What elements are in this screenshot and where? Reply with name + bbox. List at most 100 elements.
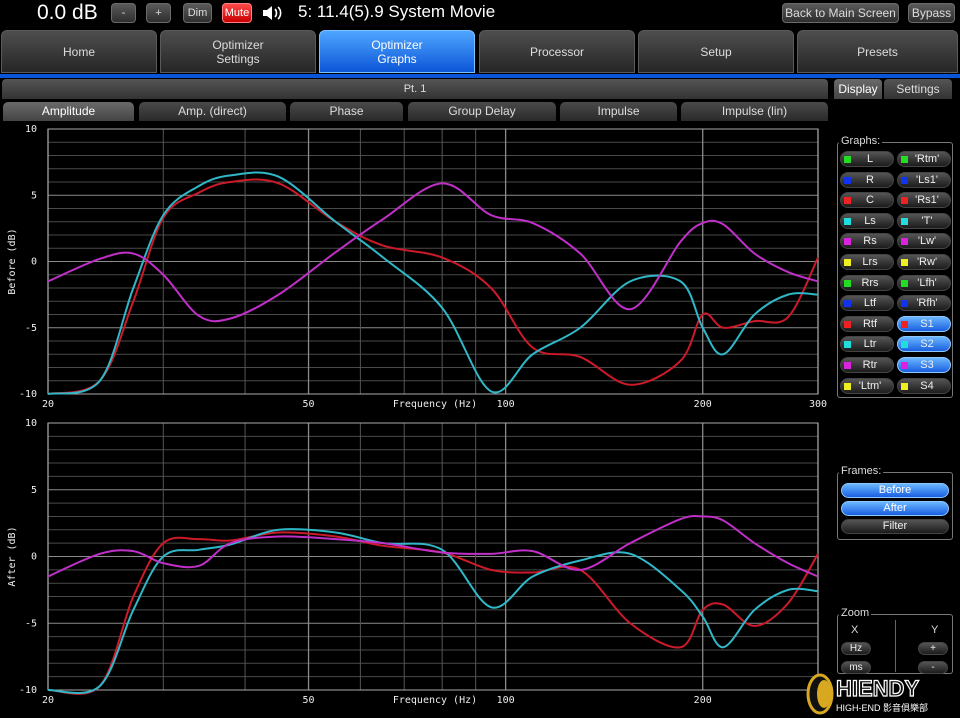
watermark-sub-text: HIGH-END 影音俱樂部 bbox=[836, 702, 928, 713]
y-tick-label: 10 bbox=[25, 124, 37, 135]
channel-chip[interactable]: C bbox=[840, 192, 894, 209]
tab-impulse[interactable]: Impulse bbox=[560, 102, 677, 121]
channel-label: Ltr bbox=[863, 338, 877, 351]
tab-optimizer-settings[interactable]: Optimizer Settings bbox=[160, 30, 316, 73]
channel-label: S1 bbox=[920, 317, 934, 330]
channel-chip[interactable]: Ltr bbox=[840, 336, 894, 353]
channel-label: Rrs bbox=[861, 276, 879, 289]
y-tick-label: 5 bbox=[31, 485, 37, 496]
y-tick-label: -5 bbox=[25, 618, 37, 629]
dim-button[interactable]: Dim bbox=[183, 3, 212, 23]
x-axis-label: Frequency (Hz) bbox=[393, 399, 477, 410]
tab-group-delay[interactable]: Group Delay bbox=[408, 102, 556, 121]
channel-chip[interactable]: Ltf bbox=[840, 295, 894, 312]
tab-phase[interactable]: Phase bbox=[290, 102, 403, 121]
y-tick-label: -5 bbox=[25, 323, 37, 334]
channel-label: 'T' bbox=[921, 214, 933, 227]
channel-label: Rtf bbox=[862, 317, 878, 330]
channel-chip[interactable]: Rtf bbox=[840, 315, 894, 332]
channel-chip[interactable]: 'Ls1' bbox=[897, 171, 951, 188]
channel-label: 'Lfh' bbox=[917, 276, 937, 289]
zoom-group-title: Zoom bbox=[839, 607, 872, 619]
channel-chip[interactable]: 'Lw' bbox=[897, 233, 951, 250]
tab-home[interactable]: Home bbox=[1, 30, 157, 73]
channel-chip[interactable]: 'Lfh' bbox=[897, 274, 951, 291]
channel-chip[interactable]: 'Rfh' bbox=[897, 295, 951, 312]
top-bar: 0.0 dB - + Dim Mute 5: 11.4(5).9 System … bbox=[0, 0, 960, 28]
channel-label: Rs bbox=[863, 235, 877, 248]
speaker-volume-icon[interactable] bbox=[261, 4, 285, 22]
tab-processor[interactable]: Processor bbox=[479, 30, 635, 73]
channel-chip[interactable]: Ls bbox=[840, 212, 894, 229]
zoom-y-plus-button[interactable]: + bbox=[918, 642, 948, 655]
measurement-point-bar[interactable]: Pt. 1 bbox=[2, 79, 828, 99]
channel-chip[interactable]: S4 bbox=[897, 377, 951, 394]
zoom-divider bbox=[895, 620, 896, 672]
main-nav: Home Optimizer Settings Optimizer Graphs P… bbox=[0, 30, 960, 74]
channel-label: 'Rs1' bbox=[915, 194, 939, 207]
channel-label: 'Rw' bbox=[916, 256, 938, 268]
y-tick-label: -10 bbox=[19, 389, 37, 400]
channel-chip[interactable]: 'T' bbox=[897, 212, 951, 229]
tab-impulse-lin[interactable]: Impulse (lin) bbox=[681, 102, 828, 121]
channel-label: C bbox=[866, 194, 874, 207]
x-tick-label: 200 bbox=[694, 695, 712, 706]
channel-label: Ls bbox=[864, 214, 876, 227]
back-to-main-screen-button[interactable]: Back to Main Screen bbox=[782, 3, 899, 23]
frame-before-button[interactable]: Before bbox=[841, 483, 949, 498]
x-axis-label: Frequency (Hz) bbox=[393, 695, 477, 706]
tab-settings-panel[interactable]: Settings bbox=[884, 79, 952, 99]
channel-chip[interactable]: Rs bbox=[840, 233, 894, 250]
channel-label: Lrs bbox=[862, 256, 878, 268]
channel-chip[interactable]: 'Rtm' bbox=[897, 151, 951, 167]
tab-amplitude[interactable]: Amplitude bbox=[3, 102, 134, 121]
channel-chip[interactable]: S3 bbox=[897, 357, 951, 373]
x-tick-label: 100 bbox=[497, 399, 515, 410]
volume-up-button[interactable]: + bbox=[146, 3, 171, 23]
channel-label: Rtr bbox=[862, 359, 878, 371]
channel-chip[interactable]: R bbox=[840, 171, 894, 188]
x-tick-label: 20 bbox=[42, 399, 54, 410]
channel-chip[interactable]: S1 bbox=[897, 315, 951, 332]
x-tick-label: 50 bbox=[303, 399, 315, 410]
channel-label: R bbox=[866, 173, 874, 186]
x-tick-label: 100 bbox=[497, 695, 515, 706]
tab-setup[interactable]: Setup bbox=[638, 30, 794, 73]
channel-chip[interactable]: Rtr bbox=[840, 357, 894, 373]
channel-label: S2 bbox=[920, 338, 934, 351]
frequency-response-charts[interactable]: 1050-5-1020 50 100 200 300Frequency (Hz)Befo… bbox=[0, 121, 830, 718]
hiendy-watermark-logo: HIENDY HIGH-END 影音俱樂部 bbox=[806, 673, 928, 715]
channel-chip[interactable]: Lrs bbox=[840, 254, 894, 270]
bypass-button[interactable]: Bypass bbox=[908, 3, 955, 23]
tab-presets[interactable]: Presets bbox=[797, 30, 958, 73]
y-axis-label: Before (dB) bbox=[7, 228, 18, 294]
volume-down-button[interactable]: - bbox=[111, 3, 136, 23]
channel-label: 'Lw' bbox=[917, 235, 937, 248]
y-axis-label: After (dB) bbox=[7, 526, 18, 586]
tab-optimizer-graphs[interactable]: Optimizer Graphs bbox=[319, 30, 475, 73]
graphs-group-title: Graphs: bbox=[839, 135, 883, 147]
channel-chip[interactable]: L bbox=[840, 151, 894, 167]
channel-chip[interactable]: Rrs bbox=[840, 274, 894, 291]
zoom-y-label: Y bbox=[931, 624, 939, 636]
tab-amp-direct[interactable]: Amp. (direct) bbox=[139, 102, 286, 121]
y-tick-label: 10 bbox=[25, 418, 37, 429]
channel-chip[interactable]: 'Rs1' bbox=[897, 192, 951, 209]
channel-label: 'Ltm' bbox=[858, 379, 882, 392]
nav-underline bbox=[0, 74, 960, 78]
channel-chip[interactable]: S2 bbox=[897, 336, 951, 353]
volume-readout: 0.0 dB bbox=[37, 1, 98, 24]
channel-label: 'Ls1' bbox=[916, 173, 938, 186]
channel-chip[interactable]: 'Ltm' bbox=[840, 377, 894, 394]
mute-button[interactable]: Mute bbox=[222, 3, 252, 23]
frame-filter-button[interactable]: Filter bbox=[841, 519, 949, 534]
x-tick-label: 300 bbox=[809, 399, 827, 410]
zoom-x-hz-button[interactable]: Hz bbox=[841, 642, 871, 655]
channel-label: S4 bbox=[920, 379, 934, 392]
watermark-main-text: HIENDY bbox=[836, 676, 919, 701]
channel-label: L bbox=[866, 153, 874, 165]
channel-chip[interactable]: 'Rw' bbox=[897, 254, 951, 270]
x-tick-label: 200 bbox=[694, 399, 712, 410]
tab-display[interactable]: Display bbox=[834, 79, 882, 99]
frame-after-button[interactable]: After bbox=[841, 501, 949, 516]
